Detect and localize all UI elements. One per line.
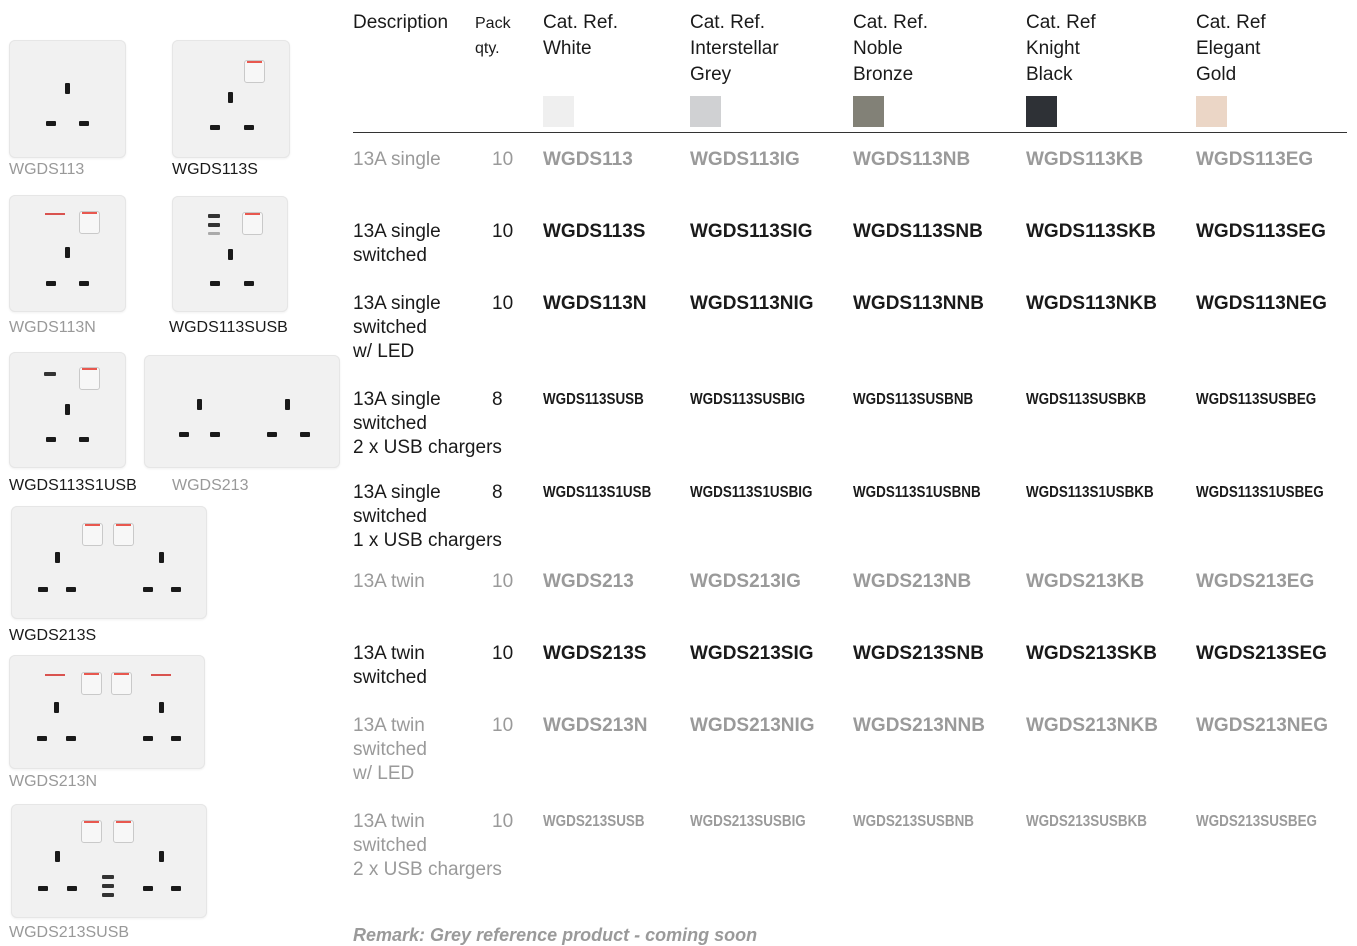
row-cat-ref: WGDS113S1USBNB — [853, 484, 981, 501]
product-label: WGDS113 — [9, 161, 85, 178]
swatch-bronze — [853, 96, 884, 127]
row-cat-ref: WGDS213KB — [1026, 571, 1145, 592]
socket-plate — [172, 40, 290, 158]
socket-plate — [9, 352, 126, 468]
row-pack-qty: 10 — [492, 293, 514, 314]
row-cat-ref: WGDS113S1USB — [543, 484, 652, 501]
product-label: WGDS113N — [9, 319, 96, 336]
row-description: 13A twin switched w/ LED — [353, 715, 427, 784]
row-cat-ref: WGDS213NEG — [1196, 715, 1328, 736]
swatch-grey — [690, 96, 721, 127]
row-cat-ref: WGDS213SUSBNB — [853, 813, 974, 830]
socket-plate — [11, 506, 207, 619]
row-pack-qty: 10 — [492, 149, 514, 170]
row-description: 13A single switched 2 x USB chargers — [353, 389, 502, 458]
header-description: Description — [353, 12, 449, 33]
header-pack-qty: Pack qty. — [475, 15, 511, 57]
product-label: WGDS213S — [9, 627, 97, 644]
row-pack-qty: 8 — [492, 389, 503, 410]
row-cat-ref: WGDS113SEG — [1196, 221, 1326, 242]
header-bronze: Cat. Ref. Noble Bronze — [853, 12, 928, 85]
socket-plate — [144, 355, 340, 468]
row-cat-ref: WGDS213SIG — [690, 643, 814, 664]
row-cat-ref: WGDS113NEG — [1196, 293, 1327, 314]
row-cat-ref: WGDS213 — [543, 571, 634, 592]
row-cat-ref: WGDS213NB — [853, 571, 972, 592]
row-cat-ref: WGDS113SUSBIG — [690, 391, 806, 408]
row-cat-ref: WGDS113SNB — [853, 221, 983, 242]
row-description: 13A single switched w/ LED — [353, 293, 441, 362]
row-cat-ref: WGDS113SUSBEG — [1196, 391, 1317, 408]
row-pack-qty: 10 — [492, 811, 514, 832]
row-description: 13A single switched 1 x USB chargers — [353, 482, 502, 551]
row-description: 13A twin switched 2 x USB chargers — [353, 811, 502, 880]
row-cat-ref: WGDS213SUSBKB — [1026, 813, 1147, 830]
row-description: 13A twin — [353, 571, 425, 592]
row-cat-ref: WGDS113SUSB — [543, 391, 644, 408]
row-cat-ref: WGDS213IG — [690, 571, 801, 592]
header-gold: Cat. Ref Elegant Gold — [1196, 12, 1266, 85]
row-cat-ref: WGDS113S — [543, 221, 646, 242]
product-label: WGDS213SUSB — [9, 924, 130, 941]
header-white: Cat. Ref. White — [543, 12, 618, 59]
header-divider — [353, 132, 1347, 133]
socket-plate — [9, 195, 126, 312]
row-cat-ref: WGDS113SUSBKB — [1026, 391, 1147, 408]
row-description: 13A twin switched — [353, 643, 427, 688]
row-pack-qty: 10 — [492, 715, 514, 736]
row-cat-ref: WGDS213SUSBIG — [690, 813, 806, 830]
swatch-black — [1026, 96, 1057, 127]
row-cat-ref: WGDS213NKB — [1026, 715, 1158, 736]
product-label: WGDS113S1USB — [9, 477, 137, 494]
row-cat-ref: WGDS213NIG — [690, 715, 815, 736]
row-cat-ref: WGDS213S — [543, 643, 647, 664]
row-cat-ref: WGDS113SUSBNB — [853, 391, 974, 408]
socket-plate — [9, 40, 126, 158]
row-cat-ref: WGDS113NNB — [853, 293, 984, 314]
row-cat-ref: WGDS113S1USBKB — [1026, 484, 1154, 501]
product-label: WGDS113SUSB — [169, 319, 288, 336]
row-cat-ref: WGDS113NIG — [690, 293, 814, 314]
row-pack-qty: 10 — [492, 643, 514, 664]
row-cat-ref: WGDS213SUSBEG — [1196, 813, 1317, 830]
row-cat-ref: WGDS213SUSB — [543, 813, 645, 830]
row-cat-ref: WGDS113S1USBEG — [1196, 484, 1324, 501]
row-pack-qty: 10 — [492, 571, 514, 592]
remark-note: Remark: Grey reference product - coming … — [353, 925, 758, 945]
row-cat-ref: WGDS113KB — [1026, 149, 1144, 170]
row-cat-ref: WGDS213NNB — [853, 715, 985, 736]
row-cat-ref: WGDS213N — [543, 715, 648, 736]
product-label: WGDS213N — [9, 773, 98, 790]
row-cat-ref: WGDS113EG — [1196, 149, 1314, 170]
product-label: WGDS113S — [172, 161, 258, 178]
socket-plate — [172, 196, 288, 312]
row-cat-ref: WGDS213SNB — [853, 643, 984, 664]
row-cat-ref: WGDS213EG — [1196, 571, 1315, 592]
row-description: 13A single switched — [353, 221, 441, 266]
row-description: 13A single — [353, 149, 441, 170]
swatch-gold — [1196, 96, 1227, 127]
row-cat-ref: WGDS113SIG — [690, 221, 813, 242]
row-cat-ref: WGDS113 — [543, 149, 633, 170]
row-cat-ref: WGDS113NKB — [1026, 293, 1157, 314]
row-pack-qty: 8 — [492, 482, 503, 503]
row-cat-ref: WGDS113S1USBIG — [690, 484, 813, 501]
swatch-white — [543, 96, 574, 127]
row-cat-ref: WGDS113NB — [853, 149, 971, 170]
row-pack-qty: 10 — [492, 221, 514, 242]
row-cat-ref: WGDS113IG — [690, 149, 800, 170]
header-black: Cat. Ref Knight Black — [1026, 12, 1096, 85]
row-cat-ref: WGDS213SKB — [1026, 643, 1157, 664]
socket-plate — [9, 655, 205, 769]
row-cat-ref: WGDS213SEG — [1196, 643, 1327, 664]
header-grey: Cat. Ref. Interstellar Grey — [690, 12, 779, 85]
row-cat-ref: WGDS113N — [543, 293, 647, 314]
row-cat-ref: WGDS113SKB — [1026, 221, 1156, 242]
socket-plate — [11, 804, 207, 918]
product-label: WGDS213 — [172, 477, 249, 494]
